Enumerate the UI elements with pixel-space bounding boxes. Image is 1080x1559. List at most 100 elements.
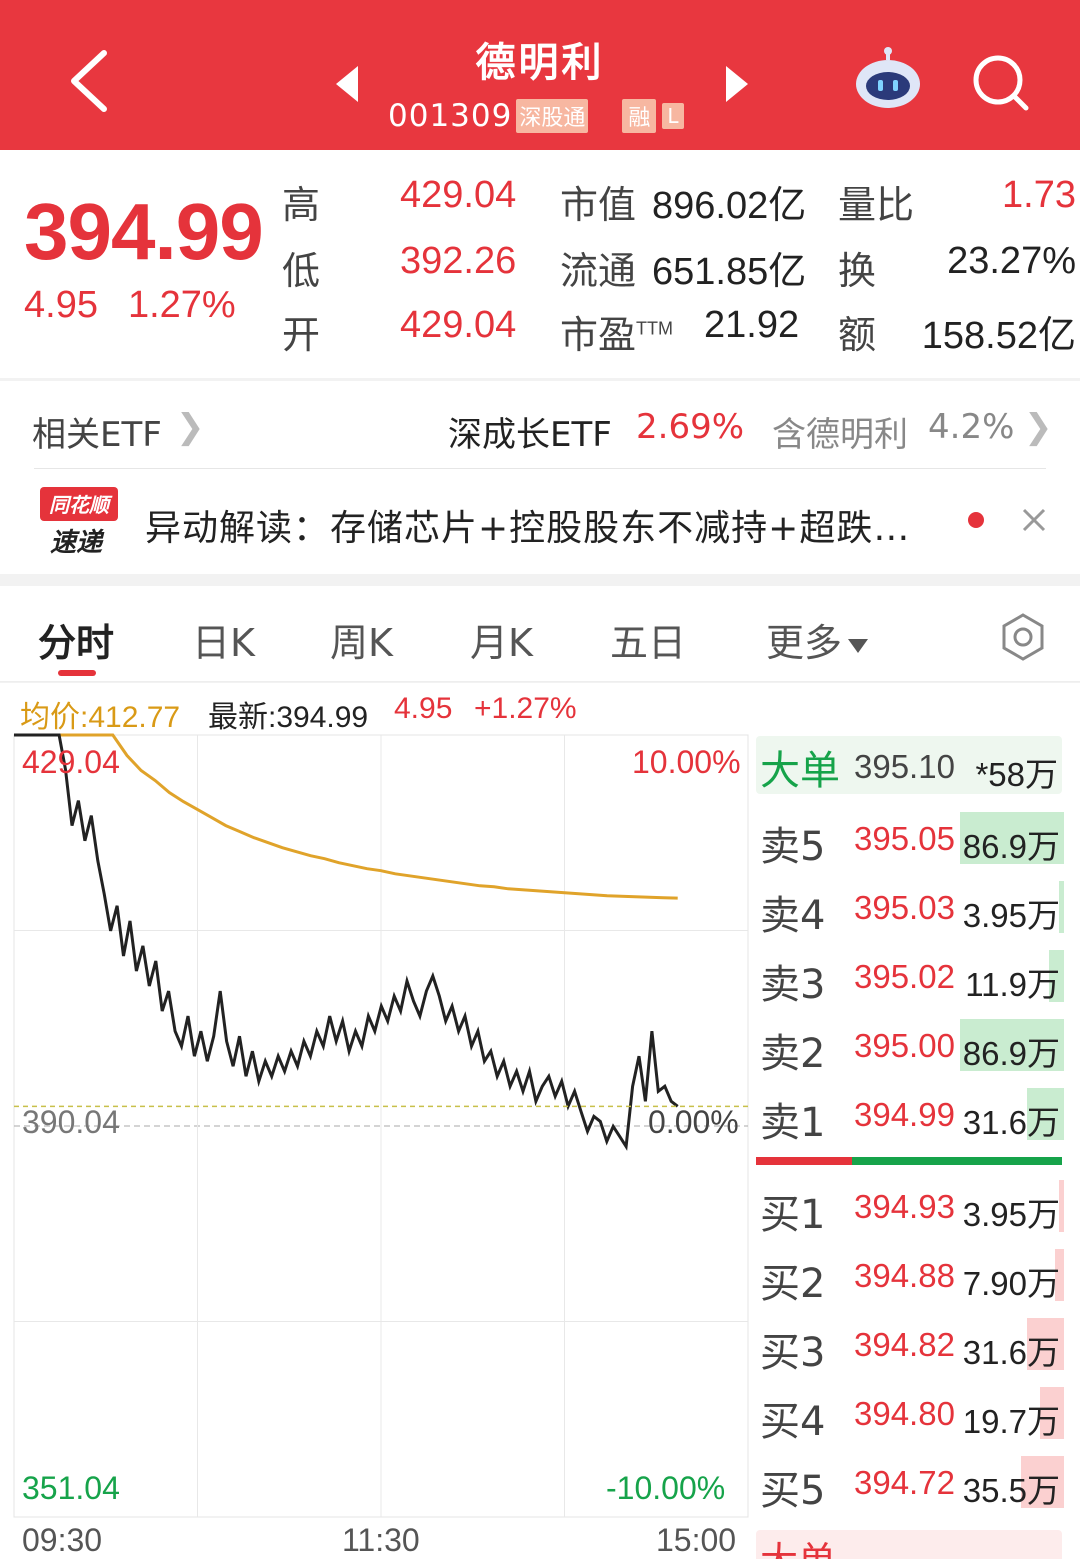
unread-dot: [968, 512, 984, 528]
ask-label: 卖3: [760, 962, 826, 1008]
ask-volume: 31.6万: [962, 1104, 1060, 1141]
bid-volume: 19.7万: [962, 1403, 1060, 1440]
amount-label: 额: [838, 315, 877, 357]
ask-row[interactable]: 卖2 395.00 86.9万: [756, 1013, 1064, 1077]
pe-ttm-sup: TTM: [636, 318, 673, 339]
big-order-vol: *58万: [975, 756, 1058, 793]
tab-monthly-k[interactable]: 月K: [470, 612, 533, 667]
big-order-bottom[interactable]: 大单: [756, 1530, 1062, 1559]
news-logo: 同花顺 速递: [38, 487, 120, 558]
bid-price: 394.72: [854, 1464, 955, 1501]
etf-pct: 2.69%: [636, 407, 745, 447]
big-order-price: 395.10: [854, 748, 955, 785]
low-value: 392.26: [400, 240, 517, 282]
chart-tabs: 分时 日K 周K 月K 五日 更多: [0, 586, 1080, 682]
mktcap-value: 896.02亿: [652, 185, 807, 227]
ask-volume: 11.9万: [965, 966, 1060, 1003]
pct-bottom-label: -10.00%: [606, 1470, 726, 1506]
pe-value: 21.92: [704, 304, 800, 346]
book-divider-red: [756, 1157, 852, 1165]
caret-down-icon: [848, 638, 869, 653]
quote-row-3: 开 429.04 市盈TTM 21.92 额 158.52亿: [0, 304, 1080, 366]
pct-mid-label: 0.00%: [648, 1104, 739, 1140]
price-line: [14, 733, 679, 1151]
bid-price: 394.80: [854, 1395, 955, 1432]
etf-label[interactable]: 相关ETF: [32, 407, 162, 456]
related-etf-row[interactable]: 相关ETF ❯ 深成长ETF 2.69% 含德明利 4.2% ❯: [0, 381, 1080, 471]
news-banner[interactable]: 同花顺 速递 异动解读：存储芯片+控股股东不减持+超跌…: [0, 469, 1080, 574]
tab-five-day[interactable]: 五日: [610, 612, 686, 667]
bid-volume: 7.90万: [962, 1265, 1060, 1302]
etf-more-chevron-icon[interactable]: ❯: [1024, 407, 1053, 447]
tab-intraday[interactable]: 分时: [38, 612, 114, 667]
tab-more[interactable]: 更多: [766, 612, 869, 667]
top-bar: 德明利 001309 深股通 融 L: [0, 0, 1080, 150]
tab-daily-k[interactable]: 日K: [192, 612, 255, 667]
tab-weekly-k[interactable]: 周K: [330, 612, 393, 667]
open-value: 429.04: [400, 304, 517, 346]
news-logo-top: 同花顺: [49, 493, 113, 517]
x-end-label: 15:00: [656, 1522, 737, 1558]
ask-price: 394.99: [854, 1096, 955, 1133]
x-start-label: 09:30: [22, 1522, 103, 1558]
bid-volume: 31.6万: [962, 1334, 1060, 1371]
book-divider-green: [852, 1157, 1062, 1165]
back-icon[interactable]: [60, 45, 120, 115]
turnover-label: 换: [838, 251, 877, 293]
bid-row[interactable]: 买1 394.93 3.95万: [756, 1174, 1064, 1238]
ask-row[interactable]: 卖4 395.03 3.95万: [756, 875, 1064, 939]
robot-assistant-icon[interactable]: [852, 46, 924, 112]
y-mid-label: 390.04: [22, 1104, 120, 1140]
news-logo-bottom: 速递: [50, 528, 105, 557]
ask-volume: 86.9万: [962, 828, 1060, 865]
bid-price: 394.93: [854, 1188, 955, 1225]
ask-label: 卖1: [760, 1100, 826, 1146]
stock-name: 德明利: [475, 40, 605, 86]
close-icon[interactable]: [1018, 504, 1050, 536]
etf-name[interactable]: 深成长ETF: [448, 407, 612, 456]
pct-top-label: 10.00%: [632, 744, 741, 780]
x-mid-label: 11:30: [342, 1522, 420, 1558]
bid-row[interactable]: 买2 394.88 7.90万: [756, 1243, 1064, 1307]
connect-tag: 深股通: [516, 99, 589, 133]
bid-price: 394.88: [854, 1257, 955, 1294]
search-icon[interactable]: [968, 50, 1032, 114]
prev-stock-icon[interactable]: [332, 64, 362, 104]
bid-price: 394.82: [854, 1326, 955, 1363]
settings-icon[interactable]: [998, 612, 1048, 662]
volratio-value: 1.73: [1002, 174, 1076, 216]
ask-label: 卖4: [760, 893, 826, 939]
low-label: 低: [282, 251, 321, 293]
ask-volume: 3.95万: [962, 897, 1060, 934]
next-stock-icon[interactable]: [722, 64, 752, 104]
y-top-label: 429.04: [22, 744, 120, 780]
bid-row[interactable]: 买5 394.72 35.5万: [756, 1450, 1064, 1514]
bid-volume: 3.95万: [962, 1196, 1060, 1233]
y-bottom-label: 351.04: [22, 1470, 120, 1506]
bid-row[interactable]: 买4 394.80 19.7万: [756, 1381, 1064, 1445]
ask-label: 卖5: [760, 824, 826, 870]
big-order-top[interactable]: 大单 395.10 *58万: [756, 736, 1062, 794]
news-text[interactable]: 异动解读：存储芯片+控股股东不减持+超跌…: [145, 499, 910, 551]
etf-chevron-icon: ❯: [176, 407, 205, 447]
active-tab-indicator: [58, 670, 96, 676]
amount-value: 158.52亿: [921, 315, 1076, 357]
margin-tag: 融: [622, 99, 657, 133]
bid-label: 买4: [760, 1399, 826, 1445]
open-label: 开: [282, 315, 321, 357]
etf-weight: 4.2%: [928, 407, 1015, 447]
quote-row-1: 高 429.04 市值 896.02亿 量比 1.73: [0, 174, 1080, 236]
pe-label: 市盈TTM: [560, 304, 673, 359]
bid-label: 买2: [760, 1261, 826, 1307]
ask-row[interactable]: 卖1 394.99 31.6万: [756, 1082, 1064, 1146]
ask-row[interactable]: 卖5 395.05 86.9万: [756, 806, 1064, 870]
float-value: 651.85亿: [652, 251, 807, 293]
ask-price: 395.03: [854, 889, 955, 926]
ask-row[interactable]: 卖3 395.02 11.9万: [756, 944, 1064, 1008]
bid-row[interactable]: 买3 394.82 31.6万: [756, 1312, 1064, 1376]
float-label: 流通: [560, 251, 637, 293]
high-value: 429.04: [400, 174, 517, 216]
mktcap-label: 市值: [560, 185, 637, 227]
tab-more-label: 更多: [766, 621, 843, 665]
ask-price: 395.02: [854, 958, 955, 995]
